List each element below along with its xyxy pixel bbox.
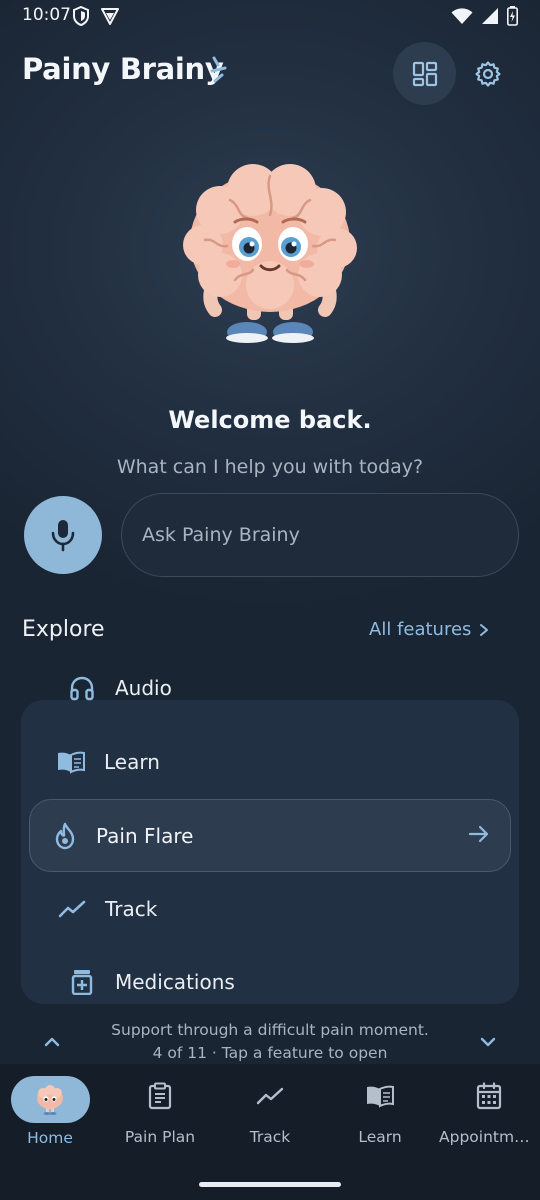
status-time: 10:07 <box>22 5 71 25</box>
explore-heading: Explore <box>22 617 105 642</box>
dashboard-grid-icon <box>412 61 437 86</box>
feature-learn[interactable]: Learn <box>56 747 160 777</box>
gesture-home-handle[interactable] <box>199 1182 341 1187</box>
feature-medications-label: Medications <box>115 970 235 994</box>
chevron-right-icon <box>480 623 489 636</box>
calendar-icon <box>476 1064 502 1128</box>
feature-learn-label: Learn <box>104 750 160 774</box>
all-features-link[interactable]: All features <box>369 619 489 640</box>
feature-medications[interactable]: Medications <box>67 967 235 997</box>
shield-icon <box>73 6 89 26</box>
dashboard-button[interactable] <box>393 42 456 105</box>
status-icons-left <box>72 6 120 26</box>
nav-home[interactable]: Home <box>10 1064 90 1174</box>
feature-description: Support through a difficult pain moment. <box>111 1021 429 1039</box>
nav-home-label: Home <box>27 1129 73 1147</box>
brain-mascot-image <box>183 164 357 343</box>
brain-mascot-icon <box>37 1084 63 1115</box>
wifi-icon <box>451 8 473 24</box>
settings-button[interactable] <box>466 52 510 96</box>
vpn-icon <box>101 8 119 25</box>
flame-icon <box>50 821 80 851</box>
status-bar: 10:07 <box>0 0 540 34</box>
app-title: Painy Brainy <box>22 52 224 86</box>
headphones-icon <box>67 673 97 703</box>
nav-pain-plan-label: Pain Plan <box>124 1128 196 1146</box>
status-icons-right <box>451 6 518 26</box>
nav-learn[interactable]: Learn <box>335 1064 425 1174</box>
feature-audio-label: Audio <box>115 676 172 700</box>
welcome-subtitle: What can I help you with today? <box>116 456 424 478</box>
carousel-next-button[interactable] <box>476 1030 500 1054</box>
welcome-title: Welcome back. <box>168 406 372 434</box>
nav-track-label: Track <box>249 1128 291 1146</box>
voice-input-button[interactable] <box>24 496 102 574</box>
clipboard-icon <box>148 1064 172 1128</box>
nav-pain-plan[interactable]: Pain Plan <box>110 1064 210 1174</box>
arrow-right-icon <box>468 825 489 843</box>
open-book-icon <box>365 1064 395 1128</box>
nav-track[interactable]: Track <box>225 1064 315 1174</box>
feature-track[interactable]: Track <box>57 894 157 924</box>
sparkle-accent-icon <box>210 56 227 83</box>
nav-appointments[interactable]: Appointme… <box>438 1064 540 1174</box>
nav-appointments-label: Appointme… <box>439 1128 539 1146</box>
feature-pain-flare-label: Pain Flare <box>96 823 194 848</box>
carousel-position: 4 of 11 · Tap a feature to open <box>152 1044 388 1062</box>
feature-pain-flare[interactable]: Pain Flare <box>29 799 511 872</box>
nav-home-indicator <box>10 1076 90 1123</box>
all-features-label: All features <box>369 619 472 640</box>
trend-line-icon <box>57 894 87 924</box>
feature-track-label: Track <box>105 897 158 921</box>
feature-audio[interactable]: Audio <box>67 673 172 703</box>
medication-icon <box>67 967 97 997</box>
microphone-icon <box>51 520 75 552</box>
app-screen: 10:07 Painy Brainy Welcome back. What ca… <box>0 0 540 1200</box>
settings-gear-icon <box>475 61 501 87</box>
open-book-icon <box>56 747 86 777</box>
ask-painy-brainy-input[interactable]: Ask Painy Brainy <box>121 493 519 577</box>
trend-line-icon <box>256 1064 284 1128</box>
nav-learn-label: Learn <box>358 1128 402 1146</box>
bottom-navigation: Home Pain Plan Track Learn Appointme… <box>0 1064 540 1200</box>
battery-icon <box>507 6 518 26</box>
ask-input-placeholder: Ask Painy Brainy <box>142 524 300 546</box>
signal-icon <box>482 8 498 24</box>
